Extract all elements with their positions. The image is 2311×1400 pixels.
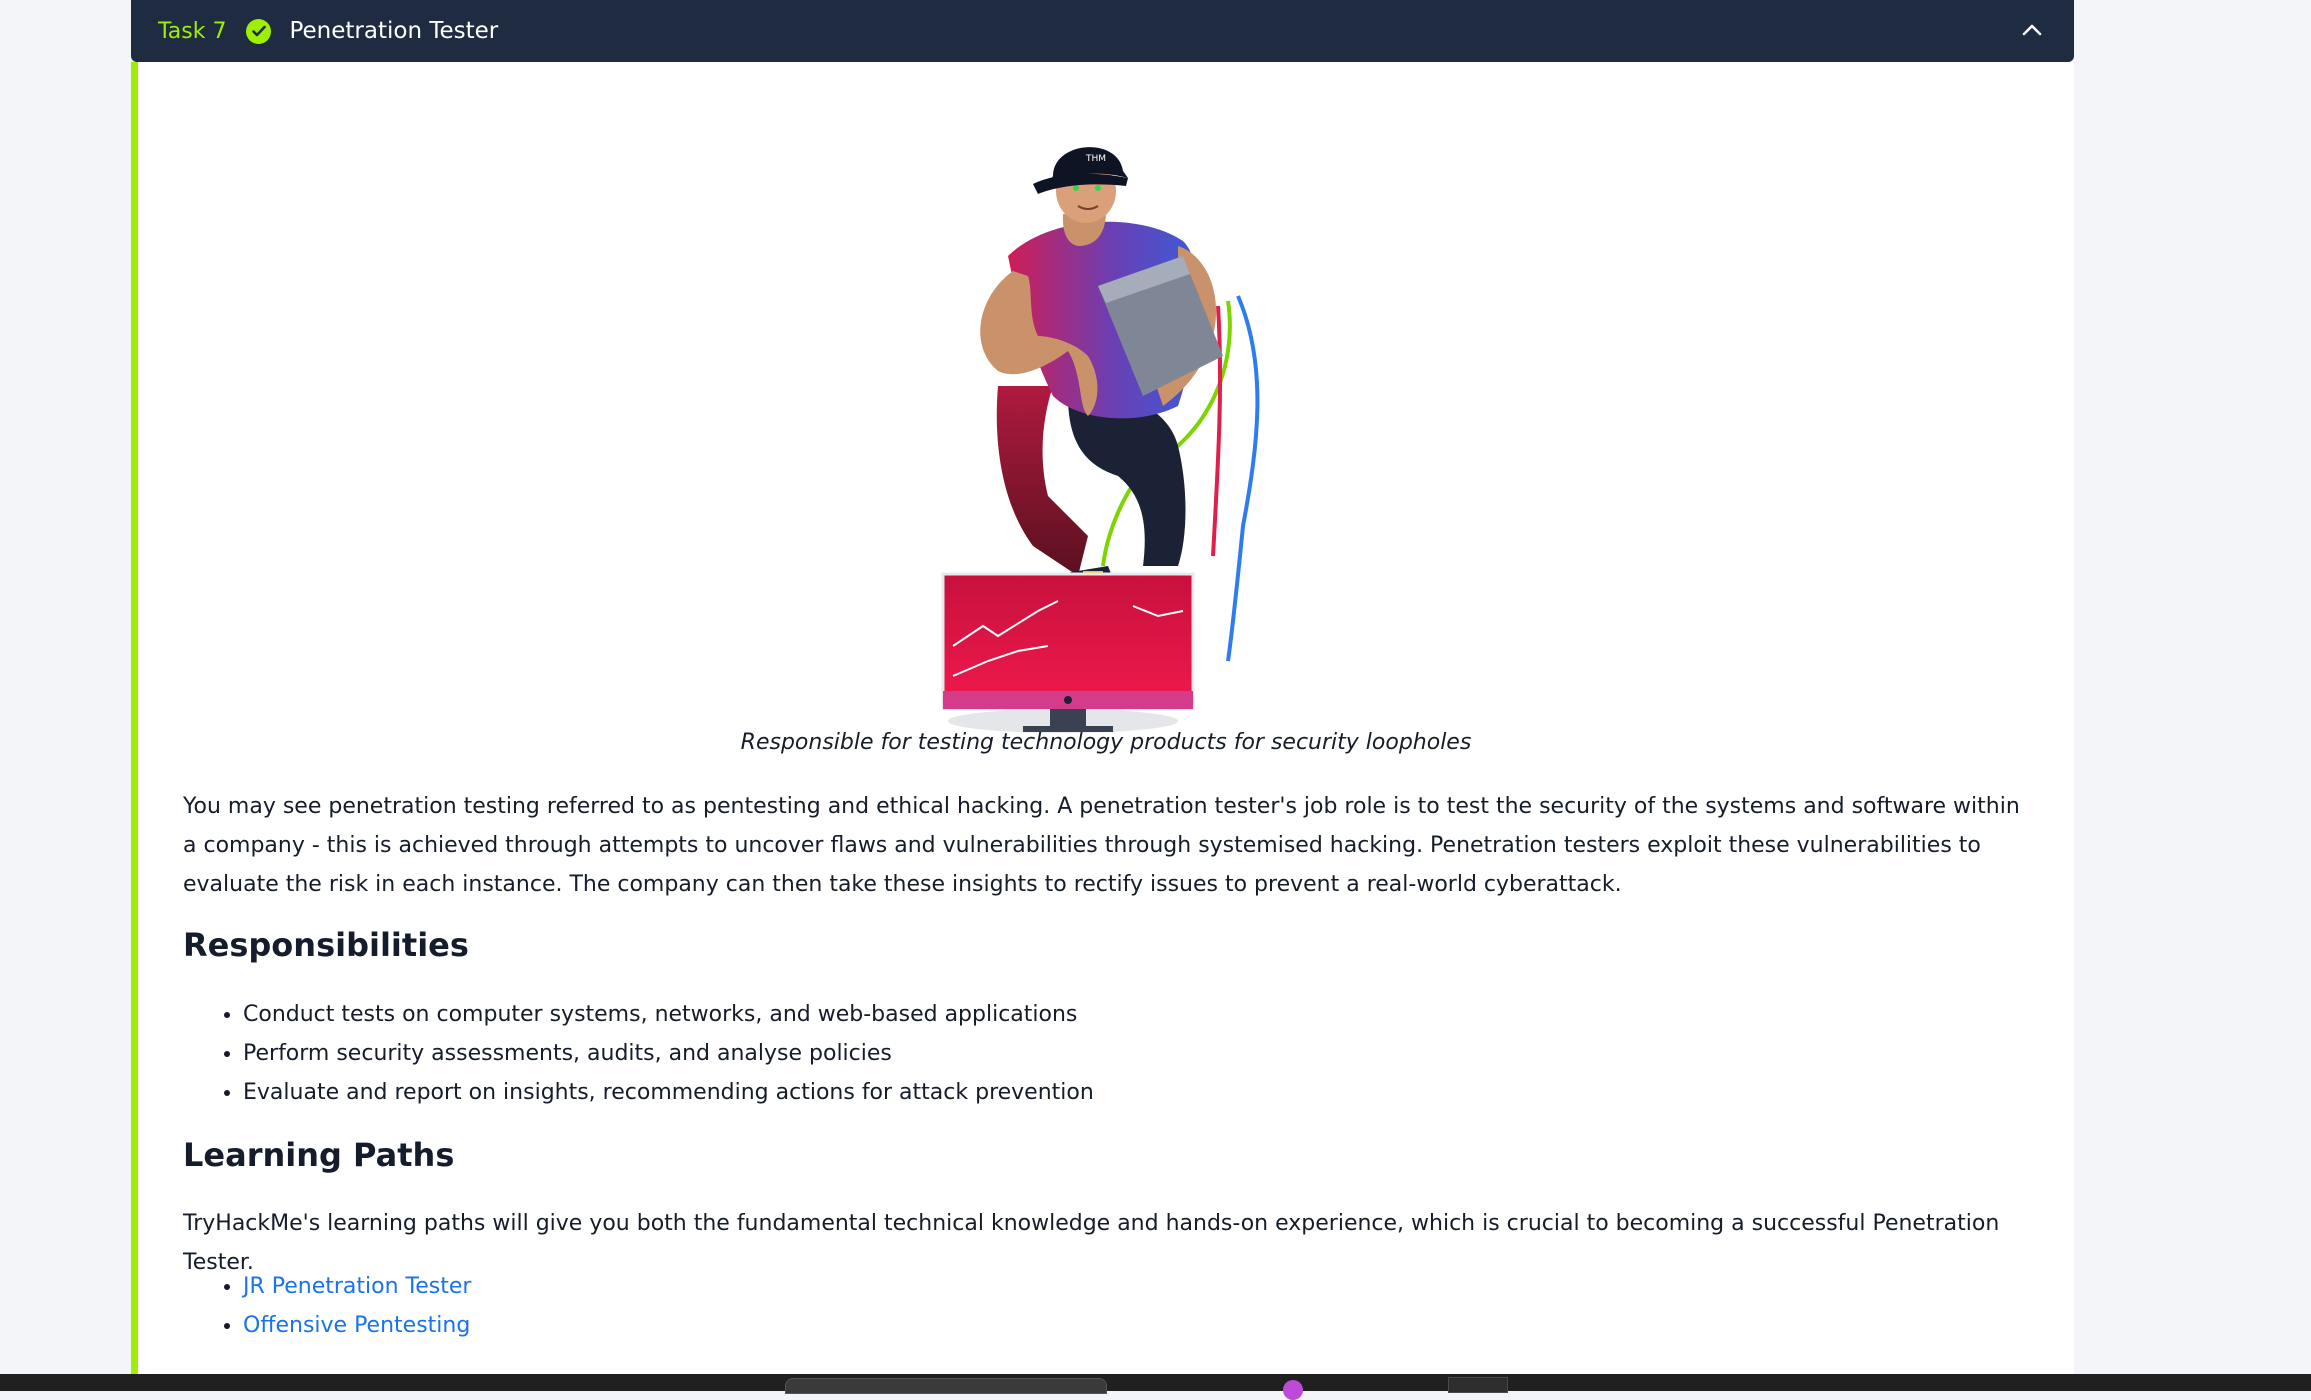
check-circle-icon (246, 18, 272, 44)
app-icon[interactable] (1283, 1380, 1303, 1400)
intro-paragraph: You may see penetration testing referred… (183, 794, 2020, 897)
paths-list-block: JR Penetration Tester Offensive Pentesti… (183, 1267, 2028, 1345)
task-title: Penetration Tester (289, 18, 499, 44)
learning-paths-section: Learning Paths (183, 1136, 2028, 1174)
image-caption: Responsible for testing technology produ… (740, 730, 1472, 755)
responsibilities-list: Conduct tests on computer systems, netwo… (183, 995, 2028, 1112)
taskbar-search-box[interactable] (785, 1378, 1107, 1394)
svg-text:THM: THM (1085, 154, 1106, 164)
list-item: Offensive Pentesting (243, 1306, 2028, 1345)
learning-paths-heading: Learning Paths (183, 1136, 455, 1174)
task-content-panel: THM Responsible for testing technology p… (131, 62, 2074, 1374)
list-item: Perform security assessments, audits, an… (243, 1034, 2028, 1073)
paths-list: JR Penetration Tester Offensive Pentesti… (183, 1267, 2028, 1345)
responsibilities-heading: Responsibilities (183, 926, 469, 964)
penetration-tester-illustration: THM (941, 147, 1260, 733)
task-number: Task 7 (158, 18, 227, 44)
task-header[interactable]: Task 7 Penetration Tester (131, 0, 2074, 62)
os-taskbar (0, 1374, 2311, 1400)
chevron-up-icon[interactable] (2018, 16, 2046, 44)
responsibilities-section: Responsibilities (183, 926, 2028, 964)
intro-block: You may see penetration testing referred… (183, 787, 2028, 904)
responsibilities-list-block: Conduct tests on computer systems, netwo… (183, 995, 2028, 1112)
list-item: JR Penetration Tester (243, 1267, 2028, 1306)
list-item: Evaluate and report on insights, recomme… (243, 1073, 2028, 1112)
path-link-jr-penetration-tester[interactable]: JR Penetration Tester (243, 1274, 471, 1299)
path-link-offensive-pentesting[interactable]: Offensive Pentesting (243, 1313, 470, 1338)
list-item: Conduct tests on computer systems, netwo… (243, 995, 2028, 1034)
